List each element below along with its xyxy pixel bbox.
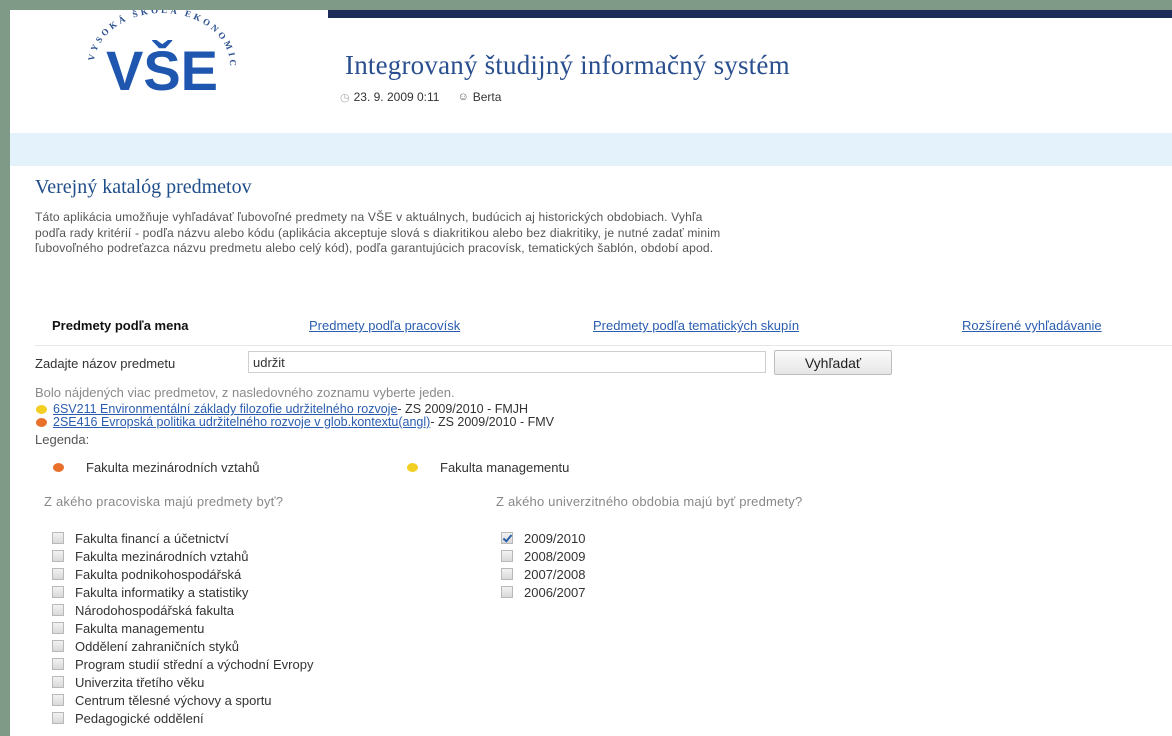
intro-line: ľubovoľného podreťazca názvu predmetu al… xyxy=(35,241,714,255)
search-tabs: Predmety podľa mena Predmety podľa praco… xyxy=(10,318,1172,336)
checkbox[interactable] xyxy=(52,658,64,670)
result-link[interactable]: 6SV211 Environmentální základy filozofie… xyxy=(53,402,397,416)
period-checkbox-list: 2009/2010 2008/2009 2007/2008 2006/2007 xyxy=(501,529,585,601)
checkbox[interactable] xyxy=(501,586,513,598)
system-meta: ◷ 23. 9. 2009 0:11 ☺ Berta xyxy=(340,90,501,104)
workplace-option[interactable]: Fakulta managementu xyxy=(52,619,313,637)
checkbox-label: Fakulta managementu xyxy=(75,620,205,636)
orange-dot-icon xyxy=(53,463,64,472)
legend-item: Fakulta managementu xyxy=(407,460,569,475)
workplace-option[interactable]: Centrum tělesné výchovy a sportu xyxy=(52,691,313,709)
workplace-option[interactable]: Fakulta podnikohospodářská xyxy=(52,565,313,583)
checkbox[interactable] xyxy=(501,550,513,562)
faculty-dot-icon xyxy=(36,404,47,414)
checkbox[interactable] xyxy=(501,568,513,580)
checkbox-label: 2009/2010 xyxy=(524,530,586,546)
workplace-option[interactable]: Fakulta informatiky a statistiky xyxy=(52,583,313,601)
intro-line: Táto aplikácia umožňuje vyhľadávať ľubov… xyxy=(35,210,703,224)
faculty-dot-icon xyxy=(36,417,47,427)
tab-advanced-search[interactable]: Rozšírené vyhľadávanie xyxy=(962,318,1102,333)
tabs-divider xyxy=(35,345,1172,346)
checkbox-label: Program studií střední a východní Evropy xyxy=(75,656,314,672)
checkbox-label: Centrum tělesné výchovy a sportu xyxy=(75,692,272,708)
period-option[interactable]: 2008/2009 xyxy=(501,547,585,565)
result-suffix: - ZS 2009/2010 - FMJH xyxy=(397,402,529,416)
checkbox-label: Oddělení zahraničních styků xyxy=(75,638,240,654)
checkbox-label: Univerzita třetího věku xyxy=(75,674,205,690)
workplace-option[interactable]: Pedagogické oddělení xyxy=(52,709,313,727)
checkbox-label: Fakulta informatiky a statistiky xyxy=(75,584,249,600)
workplace-option[interactable]: Fakulta financí a účetnictví xyxy=(52,529,313,547)
results-message: Bolo nájdených viac predmetov, z nasledo… xyxy=(35,385,455,400)
intro-line: podľa rady kritérií - podľa názvu alebo … xyxy=(35,225,721,240)
page: VYSOKÁ ŠKOLA EKONOMICKÁ V PRAZE VŠE Inte… xyxy=(10,10,1172,736)
checkbox[interactable] xyxy=(52,532,64,544)
legend-item: Fakulta mezinárodních vztahů xyxy=(53,460,259,475)
search-input[interactable] xyxy=(248,351,766,373)
tab-by-thematic-group[interactable]: Predmety podľa tematických skupín xyxy=(593,318,799,333)
checkbox[interactable] xyxy=(52,676,64,688)
period-question: Z akého univerzitného obdobia majú byť p… xyxy=(496,494,803,509)
date-time: 23. 9. 2009 0:11 xyxy=(353,90,440,104)
checkbox[interactable] xyxy=(52,550,64,562)
page-title: Verejný katalóg predmetov xyxy=(35,176,252,198)
workplace-option[interactable]: Oddělení zahraničních styků xyxy=(52,637,313,655)
workplace-option[interactable]: Národohospodářská fakulta xyxy=(52,601,313,619)
logo-text: VŠE xyxy=(106,39,218,102)
period-option[interactable]: 2006/2007 xyxy=(501,583,585,601)
checkbox[interactable] xyxy=(52,604,64,616)
legend-label: Legenda: xyxy=(35,432,90,447)
checkbox[interactable] xyxy=(52,568,64,580)
intro-text: Táto aplikácia umožňuje vyhľadávať ľubov… xyxy=(35,210,1170,257)
yellow-dot-icon xyxy=(407,463,418,472)
result-item: 2SE416 Evropská politika udržitelného ro… xyxy=(36,415,554,429)
checkbox[interactable] xyxy=(52,694,64,706)
legend-item-label: Fakulta managementu xyxy=(440,460,570,475)
checkbox-label: Fakulta financí a účetnictví xyxy=(75,530,229,546)
checkbox-label: 2008/2009 xyxy=(524,548,586,564)
user-name[interactable]: Berta xyxy=(473,90,502,104)
checkbox[interactable] xyxy=(52,712,64,724)
checkbox-label: Národohospodářská fakulta xyxy=(75,602,234,618)
system-title: Integrovaný študijný informačný systém xyxy=(345,50,790,80)
vse-logo: VYSOKÁ ŠKOLA EKONOMICKÁ V PRAZE VŠE xyxy=(72,10,235,102)
checkbox-label: 2007/2008 xyxy=(524,566,586,582)
period-option[interactable]: 2007/2008 xyxy=(501,565,585,583)
info-bar xyxy=(10,133,1172,166)
checkbox[interactable] xyxy=(52,640,64,652)
clock-icon: ◷ xyxy=(340,91,350,104)
workplace-question: Z akého pracoviska majú predmety byť? xyxy=(44,494,284,509)
tab-by-workplace[interactable]: Predmety podľa pracovísk xyxy=(309,318,460,333)
checkbox-label: 2006/2007 xyxy=(524,584,586,600)
legend-item-label: Fakulta mezinárodních vztahů xyxy=(86,460,260,475)
workplace-option[interactable]: Fakulta mezinárodních vztahů xyxy=(52,547,313,565)
result-item: 6SV211 Environmentální základy filozofie… xyxy=(36,402,528,416)
workplace-checkbox-list: Fakulta financí a účetnictví Fakulta mez… xyxy=(52,529,313,727)
period-option[interactable]: 2009/2010 xyxy=(501,529,585,547)
result-link[interactable]: 2SE416 Evropská politika udržitelného ro… xyxy=(53,415,430,429)
checkbox-checked[interactable] xyxy=(501,532,513,544)
result-suffix: - ZS 2009/2010 - FMV xyxy=(430,415,554,429)
checkbox-label: Fakulta podnikohospodářská xyxy=(75,566,242,582)
tab-by-name[interactable]: Predmety podľa mena xyxy=(52,318,189,333)
checkbox[interactable] xyxy=(52,622,64,634)
workplace-option[interactable]: Univerzita třetího věku xyxy=(52,673,313,691)
user-icon: ☺ xyxy=(457,91,469,103)
checkbox-label: Pedagogické oddělení xyxy=(75,710,204,726)
checkbox-label: Fakulta mezinárodních vztahů xyxy=(75,548,249,564)
workplace-option[interactable]: Program studií střední a východní Evropy xyxy=(52,655,313,673)
search-label: Zadajte názov predmetu xyxy=(35,356,176,371)
search-button[interactable]: Vyhľadať xyxy=(774,350,892,375)
top-bar xyxy=(328,10,1172,18)
checkbox[interactable] xyxy=(52,586,64,598)
